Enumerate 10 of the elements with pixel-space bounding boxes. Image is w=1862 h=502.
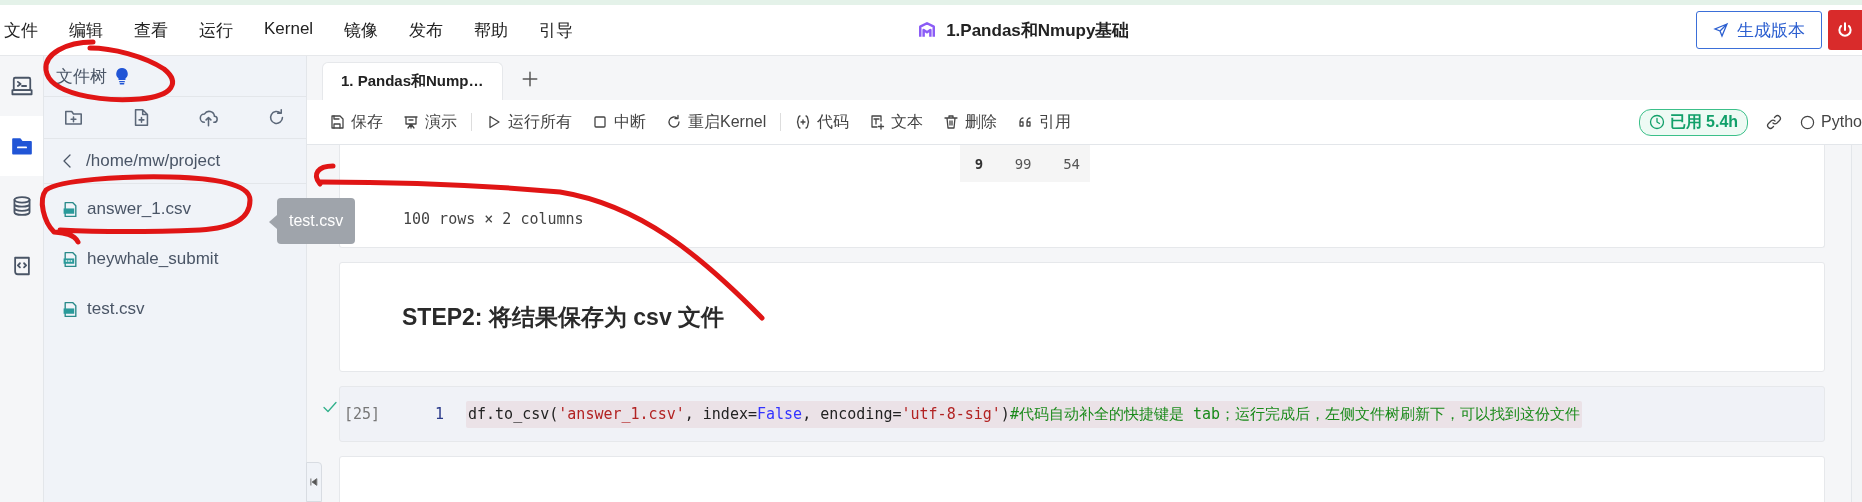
table-caption: 100 rows × 2 columns [402, 210, 585, 228]
tooltip: test.csv [277, 198, 356, 244]
line-number: 1 [433, 405, 445, 423]
folder-path: /home/mw/project [86, 151, 221, 171]
cell-heading: STEP2: 将结果保存为 csv 文件 [402, 302, 725, 332]
usage-badge: 已用 5.4h [1638, 108, 1749, 136]
notebook-title: 1.Pandas和Nmupy基础 [946, 19, 1130, 42]
execution-count: [25] [343, 405, 382, 423]
panel-title: 文件树 [56, 65, 107, 88]
table-row: 9 99 54 [960, 145, 1090, 182]
